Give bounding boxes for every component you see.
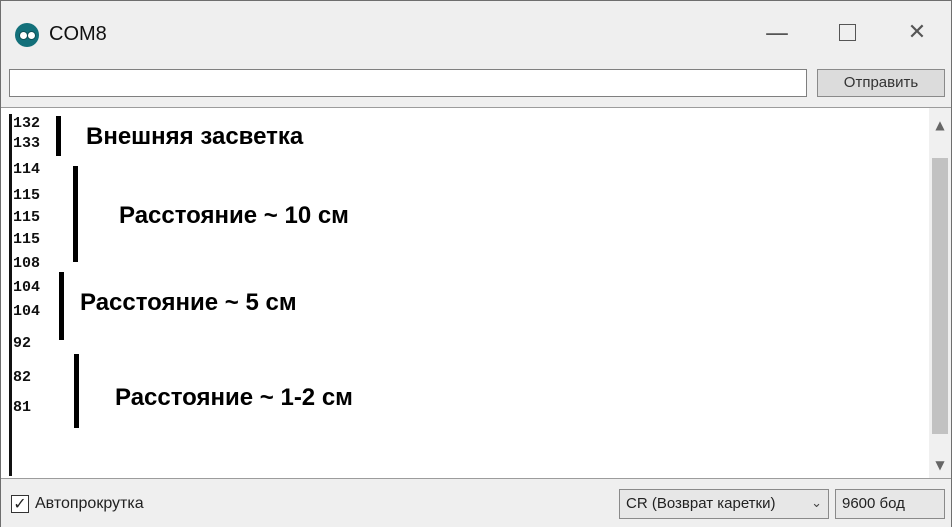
close-icon: ✕ — [907, 20, 927, 45]
annotation-distance-10cm: Расстояние ~ 10 см — [119, 202, 349, 229]
chevron-down-icon[interactable]: ▼ — [929, 454, 951, 476]
annotation-ambient-light: Внешняя засветка — [86, 123, 304, 150]
maximize-icon — [838, 23, 856, 41]
annotation-bracket — [74, 354, 79, 428]
send-button[interactable]: Отправить — [817, 69, 945, 97]
chevron-up-icon[interactable]: ▲ — [929, 114, 951, 136]
title-bar[interactable]: COM8 — ✕ — [1, 1, 951, 61]
window-title: COM8 — [49, 23, 107, 45]
log-line: 115 — [13, 209, 41, 226]
log-line: 82 — [13, 369, 32, 386]
close-button[interactable]: ✕ — [889, 15, 945, 51]
baud-rate-value: 9600 бод — [842, 495, 905, 512]
line-ending-value: CR (Возврат каретки) — [626, 495, 776, 512]
log-line: 108 — [13, 255, 41, 272]
autoscroll-label[interactable]: Автопрокрутка — [35, 495, 144, 513]
annotation-bracket — [59, 272, 64, 340]
text-cursor — [9, 114, 12, 476]
log-line: 115 — [13, 187, 41, 204]
line-ending-select[interactable]: CR (Возврат каретки) ⌄ — [619, 489, 829, 519]
scrollbar-thumb[interactable] — [932, 158, 948, 434]
vertical-scrollbar[interactable]: ▲ ▼ — [929, 108, 951, 478]
log-line: 133 — [13, 135, 41, 152]
annotation-bracket — [56, 116, 61, 156]
log-line: 104 — [13, 303, 41, 320]
maximize-button[interactable] — [819, 15, 875, 51]
log-line: 81 — [13, 399, 32, 416]
log-line: 92 — [13, 335, 32, 352]
serial-output-area[interactable]: 132 133 114 115 115 115 108 104 104 92 8… — [1, 107, 951, 478]
chevron-down-icon: ⌄ — [811, 496, 822, 511]
annotation-distance-1-2cm: Расстояние ~ 1-2 см — [115, 384, 353, 411]
serial-monitor-window: COM8 — ✕ Отправить 132 133 114 115 115 1… — [0, 0, 952, 527]
minimize-button[interactable]: — — [749, 15, 805, 51]
send-input[interactable] — [9, 69, 807, 97]
log-line: 115 — [13, 231, 41, 248]
annotation-bracket — [73, 166, 78, 262]
baud-rate-select[interactable]: 9600 бод — [835, 489, 945, 519]
checkmark-icon: ✓ — [13, 494, 27, 513]
log-line: 132 — [13, 115, 41, 132]
autoscroll-checkbox[interactable]: ✓ — [11, 495, 29, 513]
status-bar: ✓ Автопрокрутка CR (Возврат каретки) ⌄ 9… — [1, 478, 951, 527]
annotation-distance-5cm: Расстояние ~ 5 см — [80, 289, 297, 316]
minimize-icon: — — [765, 19, 789, 47]
log-line: 104 — [13, 279, 41, 296]
log-line: 114 — [13, 161, 41, 178]
send-bar: Отправить — [1, 61, 951, 107]
arduino-logo-icon — [15, 23, 39, 47]
